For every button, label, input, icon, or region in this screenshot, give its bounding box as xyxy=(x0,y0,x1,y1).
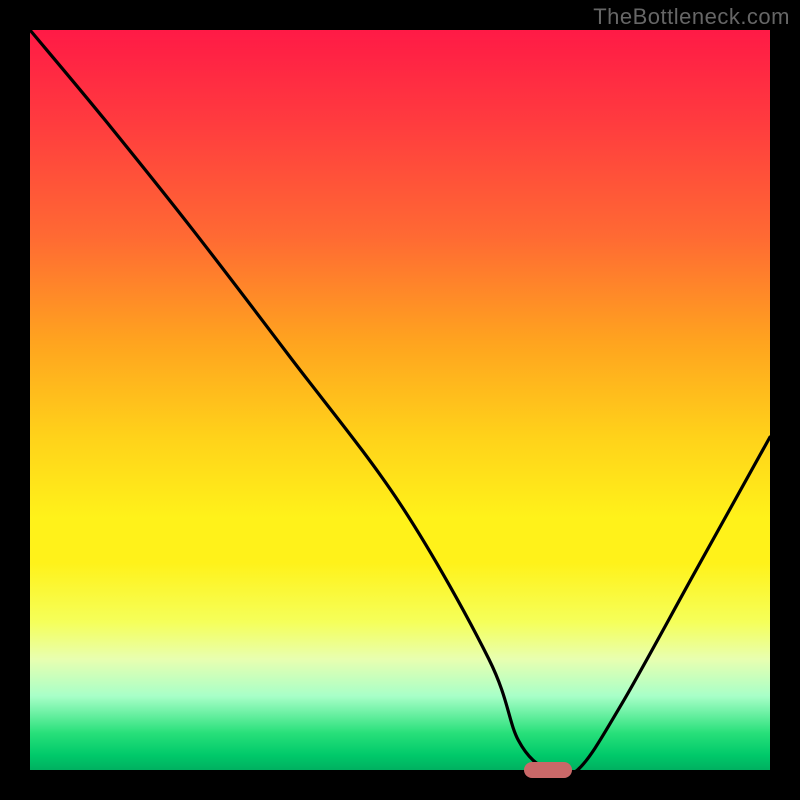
optimal-marker xyxy=(524,762,572,778)
curve-svg xyxy=(30,30,770,770)
plot-area xyxy=(30,30,770,770)
bottleneck-curve xyxy=(30,30,770,776)
chart-root: TheBottleneck.com xyxy=(0,0,800,800)
attribution-text: TheBottleneck.com xyxy=(593,4,790,30)
